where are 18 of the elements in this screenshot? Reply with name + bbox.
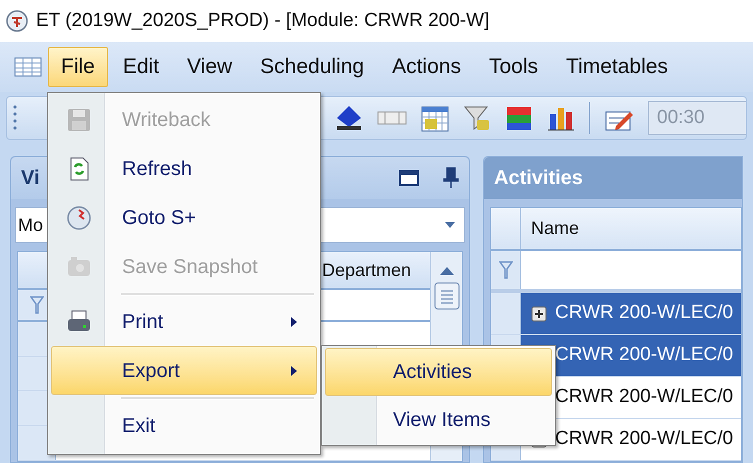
panel-title: Activities [494,166,583,191]
menu-option[interactable]: Export [51,346,317,395]
window-title: ET (2019W_2020S_PROD) - [Module: CRWR 200-W] [36,8,490,33]
menu-item[interactable]: File [48,47,108,87]
menu-option[interactable]: Goto S+ [51,193,317,242]
menu-item[interactable]: Tools [476,47,551,87]
menu-item[interactable]: Scheduling [247,47,378,87]
menu-item[interactable]: Edit [110,47,172,87]
menu-item[interactable]: Actions [379,47,474,87]
menu-option[interactable]: Refresh [51,144,317,193]
table-row[interactable]: CRWR 200-W/LEC/0 [521,293,741,334]
menu-option[interactable]: Print [51,291,317,346]
menu-item[interactable]: Timetables [553,47,681,87]
column-header[interactable]: Departmen [318,252,430,288]
menu-item[interactable]: View [174,47,246,87]
menu-option[interactable]: Activities [325,348,552,396]
menu-option[interactable]: Exit [51,395,317,450]
panel-title: Vi [21,166,40,191]
